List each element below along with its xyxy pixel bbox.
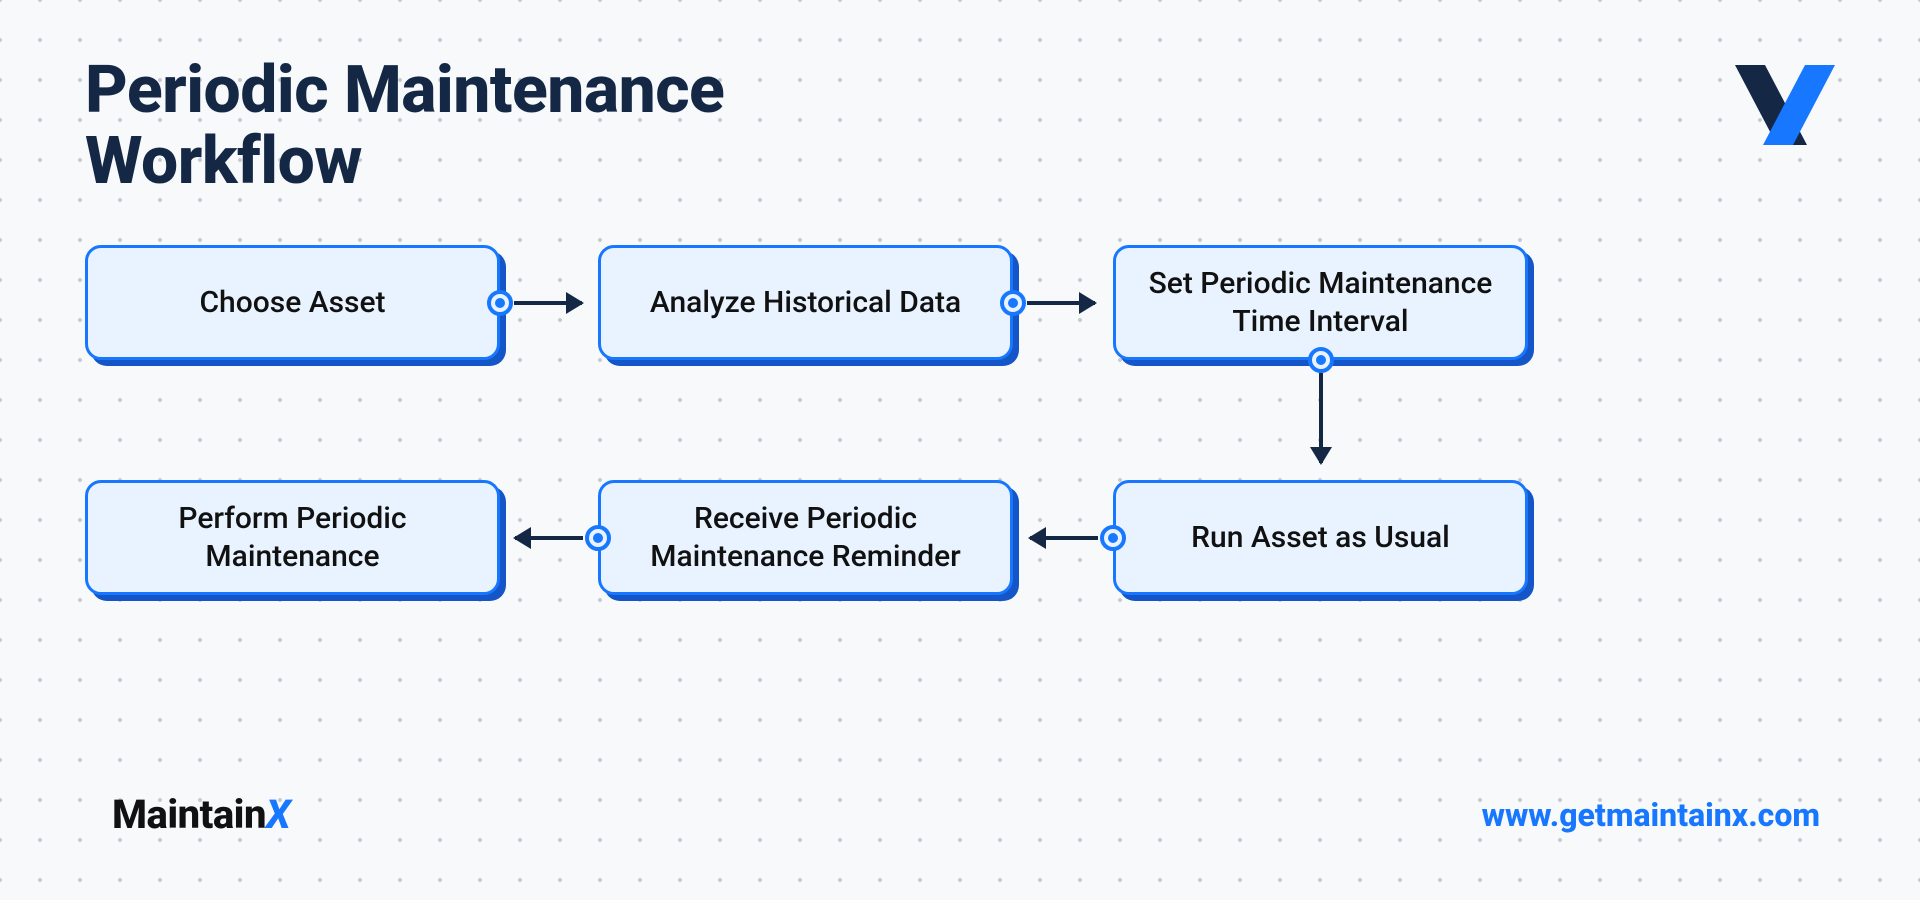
- step-run-asset-as-usual: Run Asset as Usual: [1113, 480, 1528, 595]
- step-analyze-historical-data: Analyze Historical Data: [598, 245, 1013, 360]
- step-perform-maintenance: Perform PeriodicMaintenance: [85, 480, 500, 595]
- arrow-left-icon: [515, 536, 583, 540]
- arrow-right-icon: [1027, 301, 1095, 305]
- diagram-title: Periodic MaintenanceWorkflow: [85, 55, 724, 198]
- connector-dot-icon: [487, 290, 513, 316]
- brand-name: Maintain: [112, 791, 266, 838]
- step-label: Set Periodic MaintenanceTime Interval: [1149, 265, 1493, 340]
- connector-dot-icon: [1000, 290, 1026, 316]
- footer-url: www.getmaintainx.com: [1482, 796, 1820, 834]
- footer-brand-logo: MaintainX: [112, 791, 290, 838]
- step-set-time-interval: Set Periodic MaintenanceTime Interval: [1113, 245, 1528, 360]
- arrow-left-icon: [1030, 536, 1098, 540]
- step-label: Analyze Historical Data: [650, 284, 961, 322]
- arrow-down-icon: [1319, 373, 1323, 463]
- step-label: Perform PeriodicMaintenance: [178, 500, 406, 575]
- step-label: Run Asset as Usual: [1191, 519, 1450, 557]
- diagram-content: Periodic MaintenanceWorkflow Choose Asse…: [0, 0, 1920, 900]
- maintainx-logo-icon: [1735, 65, 1835, 145]
- step-label: Choose Asset: [199, 284, 385, 322]
- step-receive-reminder: Receive PeriodicMaintenance Reminder: [598, 480, 1013, 595]
- arrow-right-icon: [514, 301, 582, 305]
- connector-dot-icon: [585, 525, 611, 551]
- connector-dot-icon: [1100, 525, 1126, 551]
- brand-suffix: X: [266, 791, 290, 838]
- step-choose-asset: Choose Asset: [85, 245, 500, 360]
- step-label: Receive PeriodicMaintenance Reminder: [650, 500, 961, 575]
- connector-dot-icon: [1308, 347, 1334, 373]
